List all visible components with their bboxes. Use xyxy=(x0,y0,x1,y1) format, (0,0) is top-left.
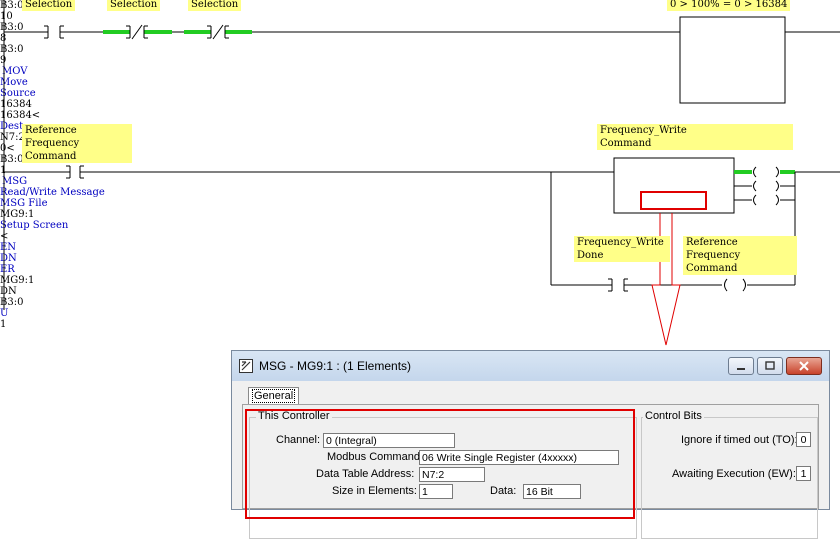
tab-general-label: General xyxy=(252,389,296,403)
rung1-label-2: Selection xyxy=(107,0,161,11)
rung2-contact-label-line2: Command xyxy=(25,151,77,162)
rung1-comment: 0 > 100% = 0 > 16384 xyxy=(667,0,791,11)
minimize-icon xyxy=(737,368,745,370)
unlatch-label: Reference Frequency Command xyxy=(683,236,797,275)
rung2-contact-label-line1: Reference Frequency xyxy=(25,125,80,149)
mov-instruction-box[interactable] xyxy=(679,16,786,104)
awaiting-execution-label: Awaiting Execution (EW): xyxy=(672,468,796,480)
rung1-label-1: Selection xyxy=(22,0,76,11)
minimize-button[interactable] xyxy=(728,357,754,375)
ignore-timed-out-label: Ignore if timed out (TO): xyxy=(681,434,798,446)
ignore-timed-out-value[interactable]: 0 xyxy=(796,432,811,447)
rung1-label-3: Selection xyxy=(188,0,242,11)
branch-contact-label: Frequency_Write Done xyxy=(574,236,670,262)
branch-contact-label-line2: Done xyxy=(577,250,604,261)
control-bits-heading: Control Bits xyxy=(643,410,704,422)
close-button[interactable] xyxy=(786,357,822,375)
dialog-titlebar[interactable]: MSG - MG9:1 : (1 Elements) xyxy=(232,351,829,381)
msg-instruction-box[interactable] xyxy=(613,157,735,214)
unlatch-label-line2: Command xyxy=(686,263,738,274)
this-controller-highlight xyxy=(245,409,635,519)
maximize-button[interactable] xyxy=(757,357,783,375)
unlatch-label-line1: Reference Frequency xyxy=(686,237,741,261)
callout-arrow xyxy=(651,213,681,346)
app-icon xyxy=(239,359,253,373)
close-icon xyxy=(799,361,809,371)
msg-output-coils xyxy=(753,166,779,206)
awaiting-execution-value: 1 xyxy=(796,466,811,481)
msg-label-line2: Command xyxy=(600,138,652,149)
branch-contact-label-line1: Frequency_Write xyxy=(577,237,664,248)
maximize-icon xyxy=(765,361,775,370)
rung2-contact-label: Reference Frequency Command xyxy=(22,124,132,163)
msg-label-line1: Frequency_Write xyxy=(600,125,687,136)
unlatch-coil[interactable] xyxy=(724,278,746,292)
ladder-diagram xyxy=(3,0,840,346)
msg-setup-dialog: MSG - MG9:1 : (1 Elements) General This … xyxy=(231,350,830,539)
msg-label: Frequency_Write Command xyxy=(597,124,793,150)
dialog-title: MSG - MG9:1 : (1 Elements) xyxy=(259,359,412,373)
tab-general[interactable]: General xyxy=(248,387,300,405)
